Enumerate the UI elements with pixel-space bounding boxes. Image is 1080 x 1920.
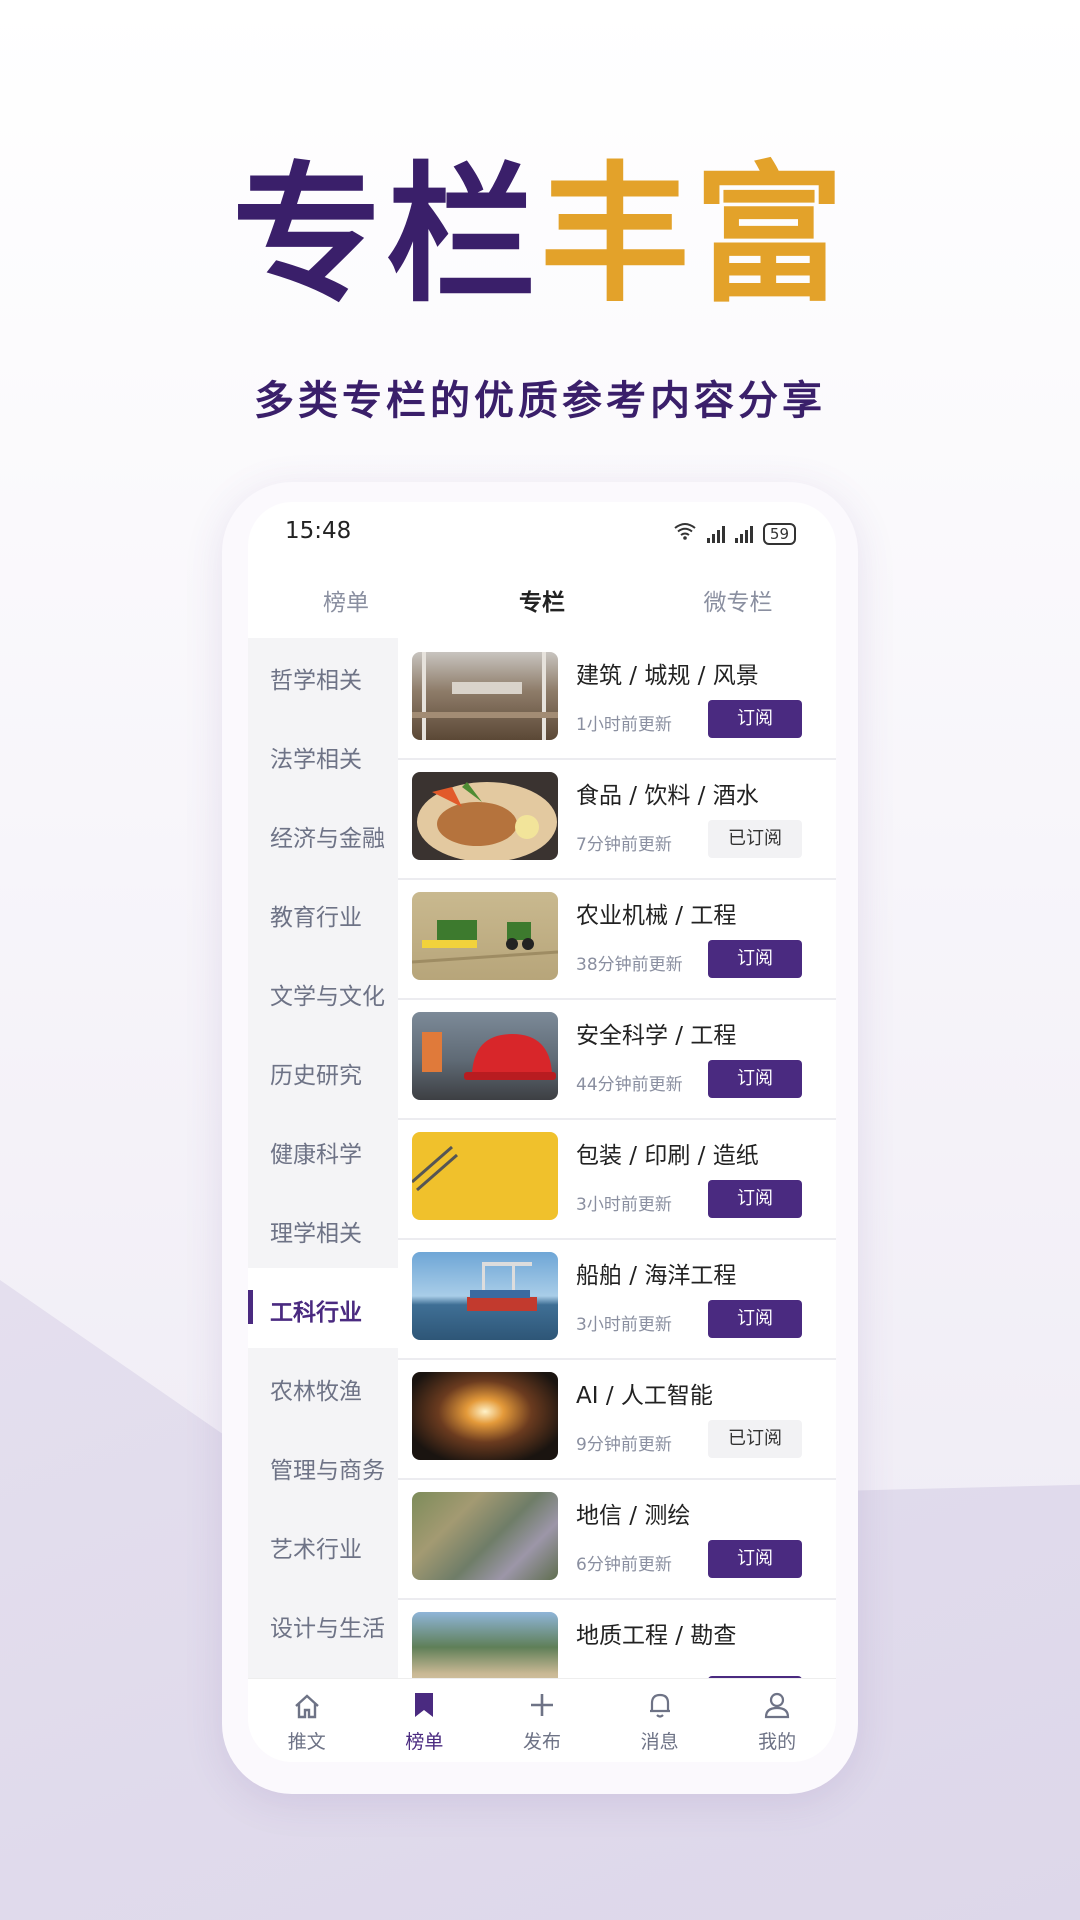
hero-title: 专栏丰富 <box>0 150 1080 320</box>
list-item[interactable]: 建筑 / 城规 / 风景 1小时前更新 订阅 <box>398 638 836 760</box>
sidebar-bg-upper <box>248 638 398 1268</box>
category-sidebar: 哲学相关 法学相关 经济与金融 教育行业 文学与文化 历史研究 健康科学 理学相… <box>248 638 398 1678</box>
nav-label: 发布 <box>522 1731 561 1753</box>
item-update-time: 1小时前更新 <box>576 715 672 735</box>
category-item[interactable]: 文学与文化 <box>270 977 385 1011</box>
list-item[interactable]: 安全科学 / 工程 44分钟前更新 订阅 <box>398 998 836 1120</box>
status-bar: 15:48 59 <box>248 518 836 558</box>
battery-icon: 59 <box>762 522 796 545</box>
category-item[interactable]: 经济与金融 <box>270 819 385 853</box>
item-title: 船舶 / 海洋工程 <box>576 1263 737 1289</box>
item-title: 建筑 / 城规 / 风景 <box>576 663 759 689</box>
bottom-nav: 推文 榜单 发布 消息 我的 <box>248 1678 836 1762</box>
hero-title-part2: 丰富 <box>540 147 849 323</box>
category-item[interactable]: 教育行业 <box>270 898 362 932</box>
satellite-map-thumbnail <box>412 1492 558 1580</box>
item-update-time: 6分钟前更新 <box>576 1555 672 1575</box>
nav-label: 消息 <box>640 1731 679 1753</box>
item-title: 食品 / 饮料 / 酒水 <box>576 783 759 809</box>
tab-column[interactable]: 专栏 <box>444 578 640 628</box>
item-update-time: 3小时前更新 <box>576 1195 672 1215</box>
category-item[interactable]: 健康科学 <box>270 1135 362 1169</box>
nav-publish[interactable]: 发布 <box>483 1679 601 1762</box>
hero-subtitle: 多类专栏的优质参考内容分享 <box>254 378 826 424</box>
category-item[interactable]: 理学相关 <box>270 1214 362 1248</box>
tab-micro-column[interactable]: 微专栏 <box>640 578 836 628</box>
category-item[interactable]: 历史研究 <box>270 1056 362 1090</box>
list-item[interactable]: AI / 人工智能 9分钟前更新 已订阅 <box>398 1358 836 1480</box>
nav-label: 推文 <box>287 1731 326 1753</box>
list-item[interactable]: 船舶 / 海洋工程 3小时前更新 订阅 <box>398 1238 836 1360</box>
item-title: 安全科学 / 工程 <box>576 1023 737 1049</box>
architecture-thumbnail <box>412 652 558 740</box>
signal-icon <box>734 525 753 543</box>
subscribe-button[interactable]: 订阅 <box>708 1540 802 1578</box>
tab-ranking[interactable]: 榜单 <box>248 578 444 628</box>
item-title: 农业机械 / 工程 <box>576 903 737 929</box>
category-item-active[interactable]: 工科行业 <box>270 1293 362 1327</box>
category-item[interactable]: 哲学相关 <box>270 661 362 695</box>
paper-thumbnail <box>412 1132 558 1220</box>
column-list: 建筑 / 城规 / 风景 1小时前更新 订阅 食品 / 饮料 / 酒水 7分钟前… <box>398 638 836 1678</box>
category-item[interactable]: 管理与商务 <box>270 1451 385 1485</box>
item-update-time: 38分钟前更新 <box>576 955 683 975</box>
nav-profile[interactable]: 我的 <box>718 1679 836 1762</box>
user-icon <box>764 1691 790 1723</box>
category-item[interactable]: 农林牧渔 <box>270 1372 362 1406</box>
nav-home[interactable]: 推文 <box>248 1679 366 1762</box>
subscribe-button[interactable]: 订阅 <box>708 1060 802 1098</box>
bell-icon <box>647 1691 673 1723</box>
list-item[interactable]: 地信 / 测绘 6分钟前更新 订阅 <box>398 1478 836 1600</box>
category-item[interactable]: 艺术行业 <box>270 1530 362 1564</box>
item-update-time: 3小时前更新 <box>576 1315 672 1335</box>
ai-tunnel-thumbnail <box>412 1372 558 1460</box>
top-tabs: 榜单 专栏 微专栏 <box>248 578 836 628</box>
ship-thumbnail <box>412 1252 558 1340</box>
wifi-icon <box>673 522 697 545</box>
signal-icon <box>706 525 725 543</box>
status-icons: 59 <box>673 522 796 545</box>
item-title: AI / 人工智能 <box>576 1383 713 1409</box>
content-area: 哲学相关 法学相关 经济与金融 教育行业 文学与文化 历史研究 健康科学 理学相… <box>248 638 836 1678</box>
subscribe-button[interactable]: 订阅 <box>708 700 802 738</box>
subscribe-button[interactable]: 订阅 <box>708 1300 802 1338</box>
item-update-time: 44分钟前更新 <box>576 1075 683 1095</box>
plus-icon <box>528 1691 556 1723</box>
list-item[interactable]: 食品 / 饮料 / 酒水 7分钟前更新 已订阅 <box>398 758 836 880</box>
nav-messages[interactable]: 消息 <box>601 1679 719 1762</box>
item-update-time: 7分钟前更新 <box>576 835 672 855</box>
subscribe-button[interactable]: 订阅 <box>708 940 802 978</box>
food-thumbnail <box>412 772 558 860</box>
list-item[interactable]: 农业机械 / 工程 38分钟前更新 订阅 <box>398 878 836 1000</box>
list-item[interactable]: 地质工程 / 勘查 <box>398 1598 836 1678</box>
status-time: 15:48 <box>285 518 352 544</box>
hero-title-part1: 专栏 <box>231 147 540 323</box>
item-title: 地信 / 测绘 <box>576 1503 691 1529</box>
bookmark-icon <box>412 1691 436 1723</box>
coast-thumbnail <box>412 1612 558 1678</box>
active-category-marker <box>248 1290 253 1324</box>
hero: 专栏丰富 多类专栏的优质参考内容分享 <box>0 150 1080 426</box>
nav-label: 我的 <box>758 1731 797 1753</box>
category-item[interactable]: 设计与生活 <box>270 1609 385 1643</box>
home-icon <box>293 1693 321 1723</box>
subscribed-button[interactable]: 已订阅 <box>708 820 802 858</box>
item-title: 地质工程 / 勘查 <box>576 1623 737 1649</box>
item-update-time: 9分钟前更新 <box>576 1435 672 1455</box>
helmet-thumbnail <box>412 1012 558 1100</box>
category-item[interactable]: 法学相关 <box>270 740 362 774</box>
item-title: 包装 / 印刷 / 造纸 <box>576 1143 759 1169</box>
phone-screen: 15:48 59 榜单 专栏 微专栏 哲学相关 法学相关 经济与金融 教育行业 … <box>248 502 836 1762</box>
nav-ranking[interactable]: 榜单 <box>366 1679 484 1762</box>
subscribed-button[interactable]: 已订阅 <box>708 1420 802 1458</box>
list-item[interactable]: 包装 / 印刷 / 造纸 3小时前更新 订阅 <box>398 1118 836 1240</box>
harvester-thumbnail <box>412 892 558 980</box>
subscribe-button[interactable]: 订阅 <box>708 1180 802 1218</box>
nav-label: 榜单 <box>405 1731 444 1753</box>
